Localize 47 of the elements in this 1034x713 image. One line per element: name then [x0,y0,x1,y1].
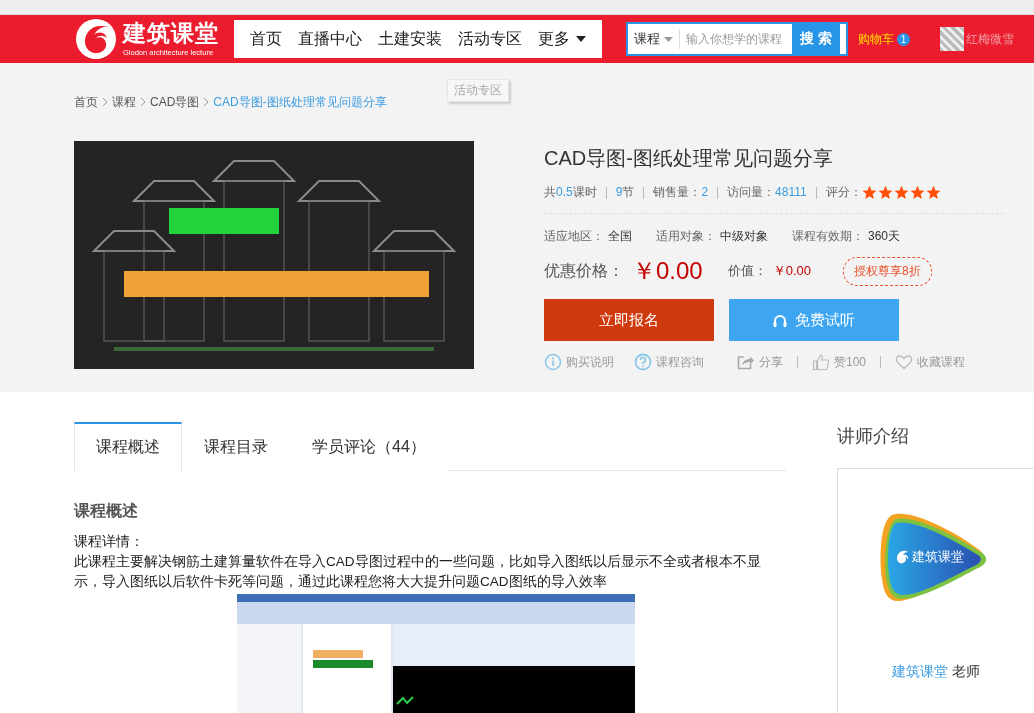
nav-item[interactable]: 土建安装 [370,28,450,50]
thumbs-up-icon [812,353,830,371]
course-description: 此课程主要解决钢筋土建算量软件在导入CAD导图过程中的一些问题，比如导入图纸以后显示不全或者根本不显示，导入图纸以后软件卡死等问题，通过此课程您将大大提升问题CAD图纸的导入效率 [74,553,762,591]
logo-mark-icon [896,550,911,564]
course-stat: 共0.5课时 [544,184,597,201]
logo-title: 建筑课堂 [123,21,219,45]
avatar[interactable] [940,27,964,51]
course-attribute: 适应地区： 全国 [544,228,632,245]
logo-icon [75,18,117,60]
cart-link[interactable]: 购物车 [858,30,894,48]
section-heading: 讲师介绍 [837,425,911,448]
breadcrumb-link[interactable]: 首页 [74,93,98,111]
section-heading: 课程概述 [74,501,139,521]
enroll-button[interactable]: 立即报名 [544,299,714,341]
nav-item[interactable]: 直播中心 [290,28,370,50]
course-attribute: 课程有效期： 360天 [792,228,901,245]
chevron-icon [102,97,108,107]
course-stat: 销售量：2 [653,184,709,201]
course-attribute: 适用对象： 中级对象 [656,228,768,245]
rating-label: 评分： [825,184,862,201]
share-icon [737,354,755,370]
course-stat: 访问量：48111 [727,184,807,201]
search-field[interactable]: 课程 输入你想学的课程 搜 索 [626,22,848,56]
nav-item[interactable]: 更多 [530,28,594,50]
cart-count: 1 [897,32,910,46]
value-label: 价值： [727,262,767,280]
tooltip: 活动专区 [447,79,509,102]
headphones-icon [773,313,787,327]
logo-text: 建筑课堂 [912,548,965,566]
tab[interactable]: 课程概述 [74,422,182,471]
info-icon [544,353,562,371]
course-title: CAD导图-图纸处理常见问题分享 [544,146,834,171]
nav-item[interactable]: 首页 [242,28,290,50]
course-stat: 9节 [615,184,635,201]
breadcrumb-link[interactable]: CAD导图 [150,93,200,111]
caret-icon [664,36,673,42]
heart-icon [895,354,914,370]
price: ￥0.00 [632,256,703,286]
chevron-icon [140,97,146,107]
help-icon [634,353,652,371]
value-price: ￥0.00 [772,262,812,280]
nav-item[interactable]: 活动专区 [450,28,530,50]
price-label: 优惠价格： [544,260,624,281]
teacher-name: 建筑课堂 老师 [892,663,981,681]
detail-label: 课程详情： [74,533,145,551]
chevron-icon [203,97,210,107]
breadcrumb-link[interactable]: 课程 [112,93,136,111]
